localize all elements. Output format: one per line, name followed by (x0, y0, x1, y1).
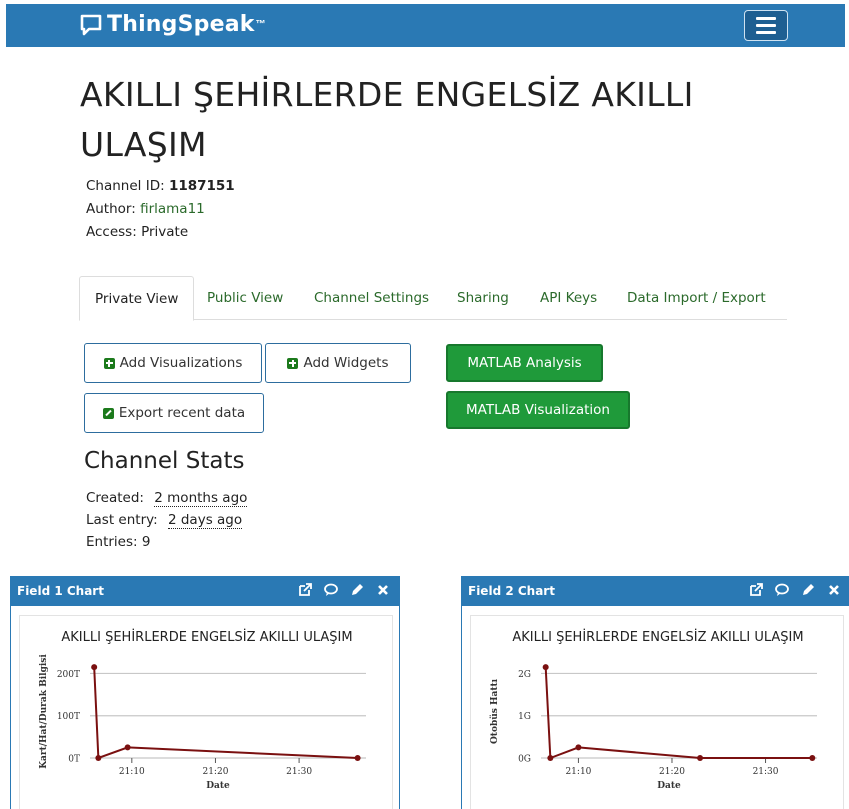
channel-id-row: Channel ID: 1187151 (86, 178, 235, 194)
created-value: 2 months ago (154, 490, 248, 507)
pencil-icon[interactable] (800, 582, 816, 598)
last-entry-value: 2 days ago (167, 512, 243, 529)
y-tick-label: 0T (68, 755, 80, 765)
panel-title: Field 1 Chart (17, 584, 104, 598)
panel-header: Field 1 Chart (11, 577, 399, 606)
tab-public-view[interactable]: Public View (207, 276, 283, 320)
matlab-analysis-button[interactable]: MATLAB Analysis (446, 344, 603, 382)
chart-title: AKILLI ŞEHİRLERDE ENGELSİZ AKILLI ULAŞIM (512, 629, 803, 645)
data-point (91, 664, 98, 671)
x-tick-label: 21:30 (286, 767, 312, 777)
last-entry-row: Last entry: 2 days ago (86, 512, 243, 529)
tab-sharing[interactable]: Sharing (457, 276, 509, 320)
tab-channel-settings[interactable]: Channel Settings (314, 276, 429, 320)
panel-title: Field 2 Chart (468, 584, 555, 598)
close-icon[interactable] (826, 582, 842, 598)
x-tick-label: 21:20 (659, 767, 685, 777)
x-tick-label: 21:10 (565, 767, 591, 777)
pencil-icon[interactable] (349, 582, 365, 598)
page-title: AKILLI ŞEHİRLERDE ENGELSİZ AKILLI ULAŞIM (80, 70, 780, 170)
channel-id-value: 1187151 (168, 178, 235, 194)
export-icon (102, 407, 114, 419)
y-tick-label: 2G (518, 670, 531, 680)
data-point (697, 755, 704, 761)
data-point (542, 664, 549, 671)
hamburger-menu-button[interactable] (744, 10, 788, 41)
data-point (575, 744, 582, 751)
data-point (354, 755, 361, 761)
close-icon[interactable] (375, 582, 391, 598)
tab-private-view[interactable]: Private View (79, 276, 195, 321)
chart-area: AKILLI ŞEHİRLERDE ENGELSİZ AKILLI ULAŞIM… (470, 615, 844, 809)
external-link-icon[interactable] (297, 582, 313, 598)
data-point (124, 744, 131, 751)
panel-actions (297, 582, 391, 598)
plus-icon (287, 357, 299, 369)
field-2-chart-panel: Field 2 Chart AKILLI ŞEHİRLERDE ENGELSİZ… (461, 576, 849, 809)
matlab-visualization-button[interactable]: MATLAB Visualization (446, 391, 630, 429)
author-row: Author: firlama11 (86, 201, 205, 217)
x-tick-label: 21:20 (202, 767, 228, 777)
external-link-icon[interactable] (748, 582, 764, 598)
y-tick-label: 1G (518, 712, 531, 722)
field-1-chart-panel: Field 1 Chart AKILLI ŞEHİRLERDE ENGELSİZ… (10, 576, 400, 809)
author-link[interactable]: firlama11 (140, 201, 205, 217)
brand-name: ThingSpeak (107, 12, 255, 37)
x-axis-label: Date (206, 781, 230, 791)
comment-icon[interactable] (774, 582, 790, 598)
access-value: Private (141, 224, 189, 240)
export-recent-data-button[interactable]: Export recent data (84, 393, 264, 433)
created-row: Created: 2 months ago (86, 490, 248, 507)
field-2-line-chart: AKILLI ŞEHİRLERDE ENGELSİZ AKILLI ULAŞIM… (489, 629, 817, 791)
channel-meta: Channel ID: 1187151 Author: firlama11 Ac… (86, 175, 235, 244)
chat-bubble-icon (80, 14, 102, 35)
y-axis-label: Otobüs Hattı (489, 678, 500, 744)
channel-tabs: Private View Public View Channel Setting… (79, 276, 787, 321)
entries-value: 9 (141, 534, 151, 550)
data-point (95, 755, 102, 761)
data-point (547, 755, 554, 761)
tab-data-import-export[interactable]: Data Import / Export (627, 276, 766, 320)
page-title-line-1: AKILLI ŞEHİRLERDE ENGELSİZ AKILLI (80, 75, 694, 114)
page-title-line-2: ULAŞIM (80, 125, 207, 164)
entries-row: Entries: 9 (86, 534, 151, 550)
panel-actions (748, 582, 842, 598)
access-row: Access: Private (86, 224, 189, 240)
y-tick-label: 200T (57, 670, 80, 680)
panel-header: Field 2 Chart (462, 577, 849, 606)
brand-logo[interactable]: ThingSpeak ™ (80, 12, 266, 37)
channel-stats-heading: Channel Stats (84, 448, 245, 474)
add-visualizations-button[interactable]: Add Visualizations (84, 343, 262, 383)
y-axis-label: Kart/Hat/Durak Bilgisi (39, 654, 49, 769)
channel-stats: Created: 2 months ago Last entry: 2 days… (86, 487, 248, 553)
series-line (93, 667, 358, 760)
chart-title: AKILLI ŞEHİRLERDE ENGELSİZ AKILLI ULAŞIM (61, 629, 352, 645)
series-line (544, 667, 813, 760)
x-axis-label: Date (657, 781, 681, 791)
comment-icon[interactable] (323, 582, 339, 598)
data-point (809, 755, 816, 761)
top-navbar: ThingSpeak ™ (6, 4, 845, 47)
hamburger-icon (756, 17, 776, 20)
x-tick-label: 21:10 (119, 767, 145, 777)
plus-icon (103, 357, 115, 369)
y-tick-label: 0G (518, 755, 531, 765)
add-widgets-button[interactable]: Add Widgets (265, 343, 411, 383)
brand-trademark: ™ (255, 19, 266, 30)
y-tick-label: 100T (57, 712, 80, 722)
tab-api-keys[interactable]: API Keys (540, 276, 597, 320)
chart-area: AKILLI ŞEHİRLERDE ENGELSİZ AKILLI ULAŞIM… (19, 615, 393, 809)
field-1-line-chart: AKILLI ŞEHİRLERDE ENGELSİZ AKILLI ULAŞIM… (39, 629, 366, 791)
x-tick-label: 21:30 (753, 767, 779, 777)
